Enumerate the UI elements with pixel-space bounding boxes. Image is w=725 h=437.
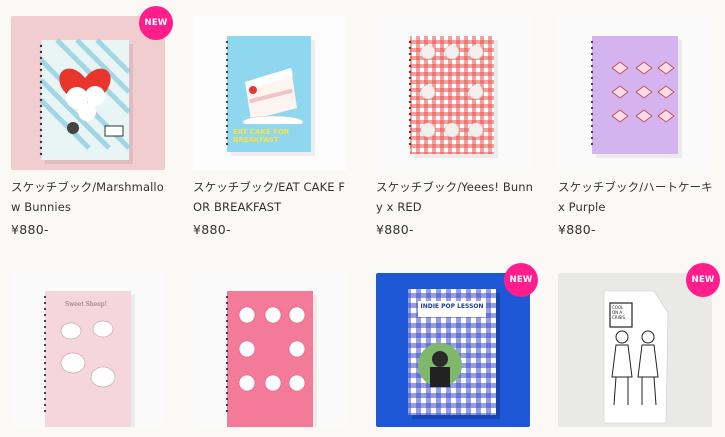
product-image[interactable]: INDIE POP LESSON: [376, 273, 530, 427]
product-price: ¥880-: [376, 222, 414, 237]
product-image[interactable]: [193, 273, 347, 427]
product-name[interactable]: スケッチブック/EAT CAKE FOR BREAKFAST: [193, 178, 353, 217]
product-image[interactable]: COOL ON A CRISIS: [558, 273, 712, 427]
cover-text: INDIE POP LESSON: [420, 303, 484, 310]
product-image[interactable]: [376, 16, 530, 170]
product-name[interactable]: スケッチブック/ハートケーキ x Purple: [558, 178, 718, 217]
new-badge: NEW: [504, 263, 538, 297]
product-price: ¥880-: [11, 222, 49, 237]
product-grid: NEW スケッチブック/Marshmallow Bunnies ¥880- EA…: [0, 0, 725, 437]
product-price: ¥880-: [193, 222, 231, 237]
cover-text: COOL ON A CRISIS: [612, 305, 626, 320]
cover-text: Sweet Sheep!: [65, 301, 107, 308]
new-badge: NEW: [139, 6, 173, 40]
product-image[interactable]: EAT CAKE FOR BREAKFAST: [193, 16, 347, 170]
product-name[interactable]: スケッチブック/Marshmallow Bunnies: [11, 178, 171, 217]
product-image[interactable]: [11, 16, 165, 170]
cover-text: EAT CAKE FOR BREAKFAST: [233, 128, 290, 144]
product-image[interactable]: [558, 16, 712, 170]
product-name[interactable]: スケッチブック/Yeees! Bunny x RED: [376, 178, 536, 217]
new-badge: NEW: [686, 263, 720, 297]
product-price: ¥880-: [558, 222, 596, 237]
product-image[interactable]: Sweet Sheep!: [11, 273, 165, 427]
